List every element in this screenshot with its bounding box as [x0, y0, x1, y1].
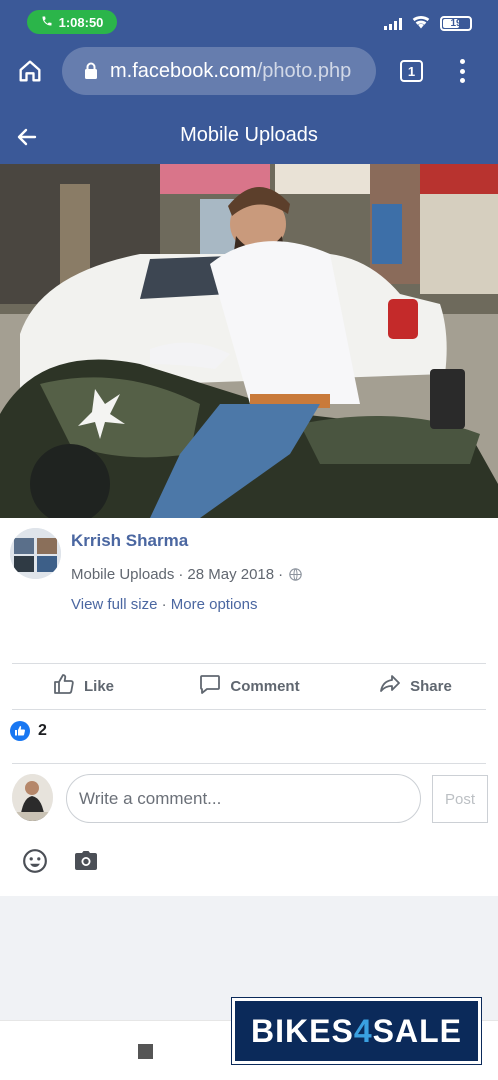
- divider: [12, 763, 486, 764]
- view-full-size-link[interactable]: View full size: [71, 596, 157, 613]
- url-host: m.facebook.com: [110, 59, 257, 82]
- emoji-icon[interactable]: [22, 848, 48, 879]
- like-reaction-icon: [10, 721, 30, 741]
- page-header: Mobile Uploads: [0, 110, 498, 164]
- camera-icon[interactable]: [74, 850, 98, 877]
- reaction-count: 2: [38, 722, 47, 739]
- links-separator: ·: [161, 596, 167, 613]
- share-button[interactable]: Share: [332, 665, 498, 707]
- tabs-icon[interactable]: 1: [400, 60, 423, 82]
- comment-button[interactable]: Comment: [166, 665, 332, 707]
- globe-icon: [289, 568, 302, 581]
- author-avatar[interactable]: [10, 528, 61, 579]
- action-bar: Like Comment Share: [0, 665, 498, 707]
- like-button[interactable]: Like: [0, 665, 166, 707]
- tab-count: 1: [407, 63, 416, 79]
- signal-icon: [384, 17, 402, 30]
- url-bar[interactable]: m.facebook.com/photo.php: [62, 47, 376, 95]
- recent-apps-button[interactable]: [138, 1044, 153, 1059]
- post-card: Krrish Sharma Mobile Uploads · 28 May 20…: [0, 518, 498, 896]
- post-photo[interactable]: [0, 164, 498, 518]
- watermark-text-sale: SALE: [372, 1012, 462, 1049]
- comment-tools: [22, 848, 98, 879]
- battery-icon: 19: [440, 16, 472, 31]
- post-date[interactable]: 28 May 2018: [187, 566, 274, 583]
- post-meta: Mobile Uploads · 28 May 2018 ·: [71, 566, 302, 583]
- call-timer: 1:08:50: [58, 14, 104, 30]
- watermark-logo: BIKES 4 SALE: [232, 998, 481, 1064]
- author-name[interactable]: Krrish Sharma: [71, 531, 188, 551]
- like-icon: [52, 672, 76, 700]
- overflow-menu-icon[interactable]: [455, 57, 469, 85]
- divider: [12, 663, 486, 664]
- photo-image: [0, 164, 498, 518]
- battery-level: 19: [450, 18, 462, 29]
- divider: [12, 709, 486, 710]
- album-link[interactable]: Mobile Uploads: [71, 566, 174, 583]
- wifi-icon: [411, 13, 431, 34]
- share-label: Share: [410, 677, 452, 695]
- share-icon: [378, 672, 402, 700]
- photo-links: View full size · More options: [71, 596, 258, 613]
- comment-composer: Post: [0, 766, 498, 836]
- more-options-link[interactable]: More options: [171, 596, 258, 613]
- watermark-text-bikes: BIKES: [251, 1012, 354, 1049]
- ongoing-call-pill[interactable]: 1:08:50: [27, 10, 117, 34]
- meta-separator: ·: [178, 566, 184, 583]
- like-label: Like: [83, 677, 114, 695]
- phone-icon: [41, 15, 53, 30]
- url-path: /photo.php: [256, 59, 352, 82]
- meta-separator-2: ·: [278, 566, 284, 583]
- post-comment-button[interactable]: Post: [432, 775, 488, 823]
- browser-chrome: 1:08:50 19 m.facebook.com/photo.php 1: [0, 0, 498, 110]
- watermark-text-4: 4: [353, 1012, 373, 1049]
- page-title: Mobile Uploads: [180, 124, 318, 146]
- comment-input[interactable]: [66, 774, 421, 823]
- comment-icon: [198, 672, 222, 700]
- comment-label: Comment: [230, 677, 300, 695]
- lock-icon: [84, 62, 98, 80]
- browser-toolbar: m.facebook.com/photo.php 1: [0, 45, 498, 97]
- status-bar: 1:08:50 19: [0, 8, 498, 38]
- current-user-avatar: [12, 774, 53, 821]
- home-icon[interactable]: [16, 57, 46, 87]
- reactions-summary[interactable]: 2: [10, 721, 47, 741]
